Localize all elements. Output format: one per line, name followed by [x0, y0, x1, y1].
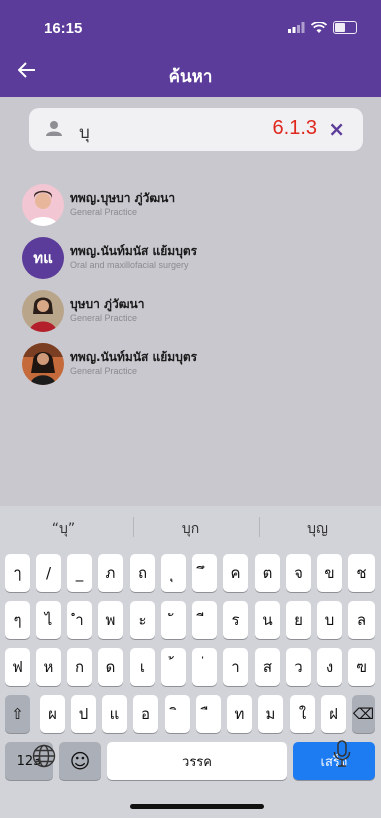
avatar	[22, 184, 64, 226]
key[interactable]: ล	[348, 601, 375, 639]
key[interactable]: ป	[71, 695, 96, 733]
key[interactable]: ส	[255, 648, 280, 686]
key[interactable]: ๆ	[5, 601, 30, 639]
key[interactable]: ข	[317, 554, 342, 592]
page-title: ค้นหา	[168, 67, 213, 87]
doctor-name: ทพญ.นันท์มนัส แย้มบุตร	[70, 244, 198, 258]
key[interactable]: ห	[36, 648, 61, 686]
list-item[interactable]: ทแ ทพญ.นันท์มนัส แย้มบุตร Oral and maxil…	[0, 233, 381, 283]
key[interactable]: า	[223, 648, 248, 686]
avatar	[22, 290, 64, 332]
key[interactable]: ช	[348, 554, 375, 592]
doctor-specialty: General Practice	[70, 207, 138, 217]
suggestion-3[interactable]: บุญ	[254, 518, 381, 540]
key[interactable]: ่	[192, 648, 217, 686]
key[interactable]: บ	[317, 601, 342, 639]
key[interactable]: แ	[102, 695, 127, 733]
globe-icon[interactable]	[32, 744, 56, 772]
key[interactable]: ฝ	[321, 695, 346, 733]
key[interactable]: ฟ	[5, 648, 30, 686]
suggestion-1[interactable]: “บุ”	[0, 518, 127, 540]
key[interactable]: ค	[223, 554, 248, 592]
doctor-name: ทพญ.นันท์มนัส แย้มบุตร	[70, 350, 198, 364]
key[interactable]: ย	[286, 601, 311, 639]
home-indicator	[130, 804, 264, 809]
key[interactable]: ง	[317, 648, 342, 686]
key[interactable]: ้	[161, 648, 186, 686]
key[interactable]: น	[255, 601, 280, 639]
search-bar[interactable]: บุ 6.1.3 ×	[29, 108, 363, 151]
key[interactable]: ๅ	[5, 554, 30, 592]
key[interactable]: ึ	[192, 554, 217, 592]
key[interactable]: พ	[98, 601, 123, 639]
key[interactable]: /	[36, 554, 61, 592]
keyboard: “บุ” บุก บุญ ๅ / _ ภ ถ ุ ึ ค ต จ ข ช ๆ ไ…	[0, 506, 381, 818]
key[interactable]: ว	[286, 648, 311, 686]
results-list: ทพญ.บุษบา ภู่วัฒนา General Practice ทแ ท…	[0, 180, 381, 392]
key[interactable]: ื	[196, 695, 221, 733]
key[interactable]: ด	[98, 648, 123, 686]
key[interactable]: ก	[67, 648, 92, 686]
signal-icon	[288, 22, 305, 33]
key[interactable]: จ	[286, 554, 311, 592]
user-icon	[45, 120, 63, 140]
key[interactable]: ถ	[130, 554, 155, 592]
key[interactable]: ม	[258, 695, 283, 733]
key[interactable]: ผ	[40, 695, 65, 733]
key[interactable]: เ	[130, 648, 155, 686]
wifi-icon	[311, 21, 327, 33]
key[interactable]: ท	[227, 695, 252, 733]
key[interactable]: ภ	[98, 554, 123, 592]
list-item[interactable]: บุษบา ภู่วัฒนา General Practice	[0, 286, 381, 336]
status-time: 16:15	[44, 20, 83, 37]
key[interactable]: ุ	[161, 554, 186, 592]
key[interactable]: _	[67, 554, 92, 592]
key[interactable]: อ	[133, 695, 158, 733]
doctor-specialty: General Practice	[70, 313, 138, 323]
key[interactable]: ั	[161, 601, 186, 639]
key[interactable]: ใ	[290, 695, 315, 733]
shift-key[interactable]: ⇧	[5, 695, 30, 733]
key[interactable]: ำ	[67, 601, 92, 639]
key[interactable]: ะ	[130, 601, 155, 639]
avatar	[22, 343, 64, 385]
backspace-key[interactable]: ⌫	[352, 695, 375, 733]
suggestion-2[interactable]: บุก	[127, 518, 254, 540]
clear-icon[interactable]: ×	[328, 117, 345, 141]
version-label: 6.1.3	[272, 117, 317, 139]
list-item[interactable]: ทพญ.บุษบา ภู่วัฒนา General Practice	[0, 180, 381, 230]
doctor-name: บุษบา ภู่วัฒนา	[70, 297, 145, 311]
key[interactable]: ร	[223, 601, 248, 639]
suggestion-bar: “บุ” บุก บุญ	[0, 506, 381, 546]
list-item[interactable]: ทพญ.นันท์มนัส แย้มบุตร General Practice	[0, 339, 381, 389]
status-icons	[288, 21, 357, 34]
emoji-key[interactable]: ☺	[59, 742, 101, 780]
key[interactable]: ไ	[36, 601, 61, 639]
mic-icon[interactable]	[333, 740, 351, 772]
search-input[interactable]: บุ	[79, 119, 90, 146]
key[interactable]: ี	[192, 601, 217, 639]
key[interactable]: ิ	[165, 695, 190, 733]
key[interactable]: ฃ	[348, 648, 375, 686]
key[interactable]: ต	[255, 554, 280, 592]
doctor-specialty: Oral and maxillofacial surgery	[70, 260, 189, 270]
avatar: ทแ	[22, 237, 64, 279]
doctor-name: ทพญ.บุษบา ภู่วัฒนา	[70, 191, 176, 205]
app-header: 16:15 ค้นหา	[0, 0, 381, 97]
battery-icon	[333, 21, 357, 34]
space-key[interactable]: วรรค	[107, 742, 287, 780]
doctor-specialty: General Practice	[70, 366, 138, 376]
